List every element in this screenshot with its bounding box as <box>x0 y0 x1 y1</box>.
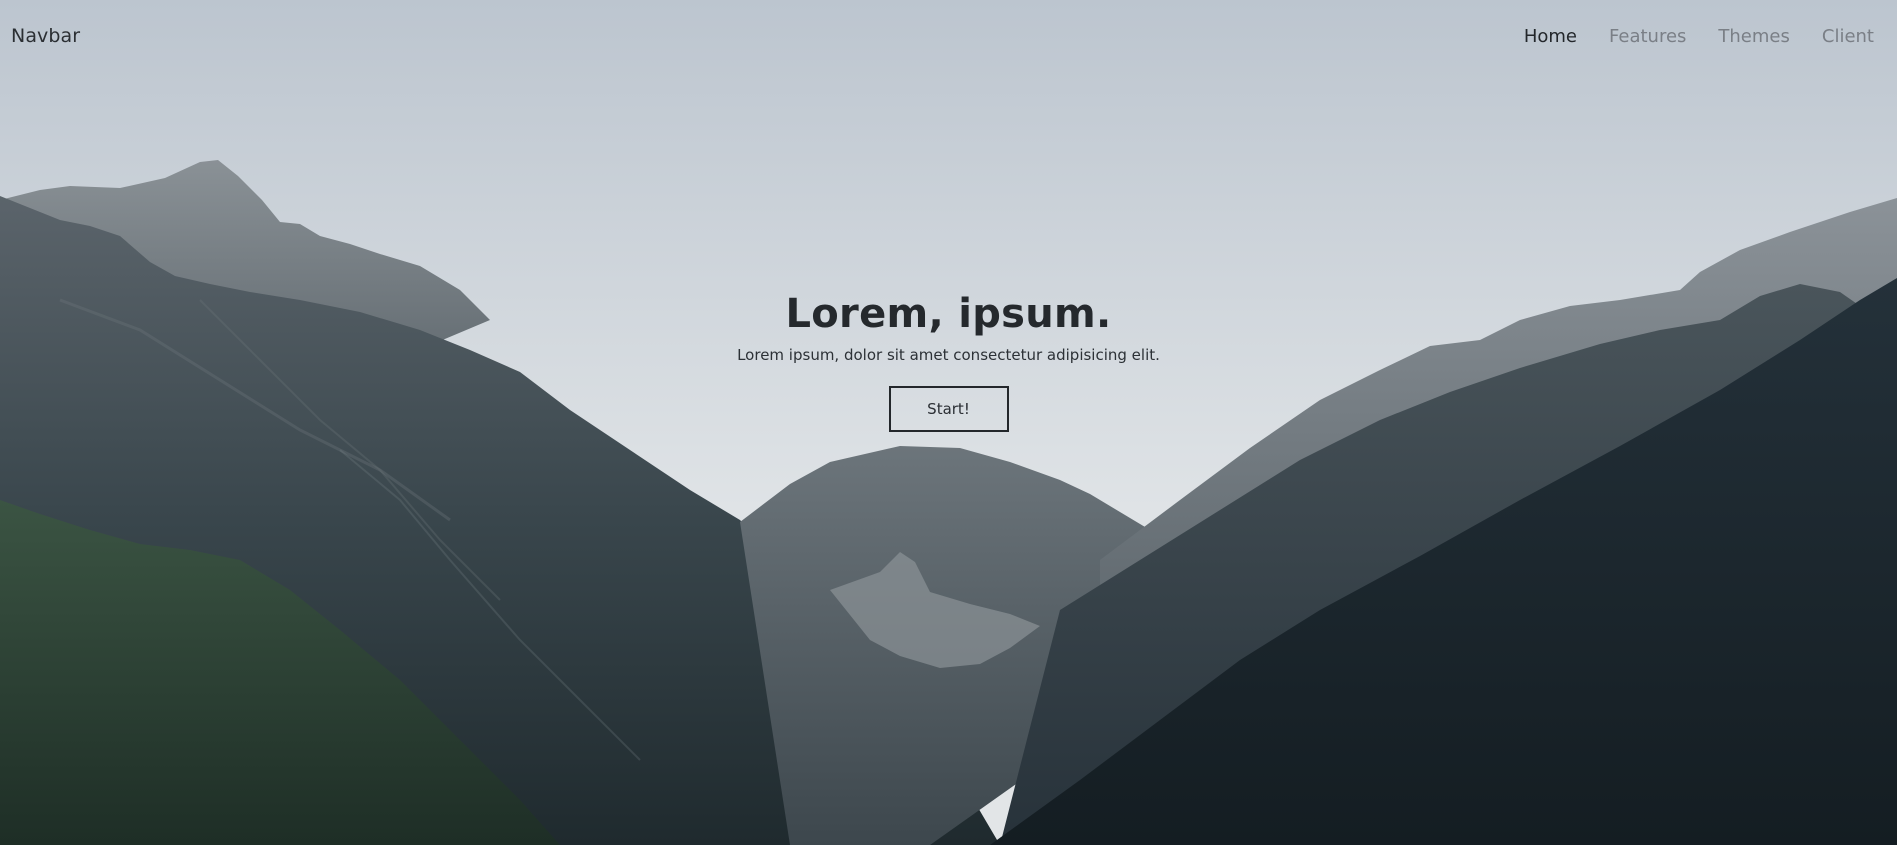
navbar: Navbar Home Features Themes Client <box>0 0 1897 72</box>
hero-section: Navbar Home Features Themes Client Lorem… <box>0 0 1897 845</box>
navbar-brand[interactable]: Navbar <box>11 25 80 47</box>
hero-title: Lorem, ipsum. <box>785 291 1112 337</box>
nav-link-features[interactable]: Features <box>1609 26 1686 47</box>
nav-link-home[interactable]: Home <box>1524 26 1577 47</box>
nav-link-themes[interactable]: Themes <box>1718 26 1789 47</box>
nav-link-client[interactable]: Client <box>1822 26 1874 47</box>
hero-subtitle: Lorem ipsum, dolor sit amet consectetur … <box>737 346 1160 364</box>
hero-content: Lorem, ipsum. Lorem ipsum, dolor sit ame… <box>0 288 1897 432</box>
start-button[interactable]: Start! <box>888 386 1009 432</box>
nav-links: Home Features Themes Client <box>1524 26 1874 47</box>
